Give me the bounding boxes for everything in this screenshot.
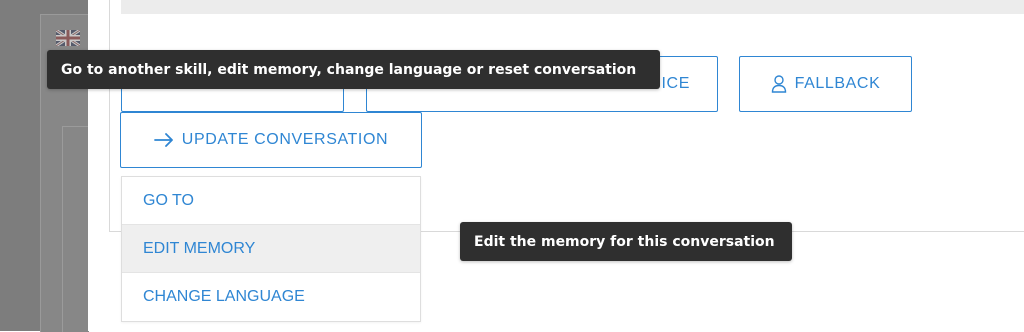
dropdown-item-edit-memory[interactable]: EDIT MEMORY <box>122 225 420 273</box>
update-conversation-dropdown: GO TO EDIT MEMORY CHANGE LANGUAGE <box>121 176 421 322</box>
arrow-right-icon <box>153 133 174 147</box>
person-icon <box>771 75 787 93</box>
go-to-label: GO TO <box>143 191 194 209</box>
edit-memory-tooltip-text: Edit the memory for this conversation <box>474 233 775 250</box>
update-conversation-tooltip-text: Go to another skill, edit memory, change… <box>61 61 637 78</box>
edit-memory-label: EDIT MEMORY <box>143 239 256 257</box>
fallback-label: FALLBACK <box>794 75 881 92</box>
update-conversation-label: UPDATE CONVERSATION <box>181 131 389 148</box>
hidden-middle-label: ICE <box>661 75 690 92</box>
dropdown-item-go-to[interactable]: GO TO <box>122 177 420 225</box>
uk-flag-icon[interactable] <box>56 30 80 46</box>
update-conversation-tooltip: Go to another skill, edit memory, change… <box>47 50 660 89</box>
edit-memory-tooltip: Edit the memory for this conversation <box>460 222 792 261</box>
update-conversation-button[interactable]: UPDATE CONVERSATION <box>120 112 422 168</box>
fallback-button[interactable]: FALLBACK <box>739 56 912 112</box>
left-inner-panel <box>62 126 89 332</box>
change-language-label: CHANGE LANGUAGE <box>143 288 305 305</box>
dropdown-item-change-language[interactable]: CHANGE LANGUAGE <box>122 273 420 321</box>
top-strip <box>121 0 1024 14</box>
